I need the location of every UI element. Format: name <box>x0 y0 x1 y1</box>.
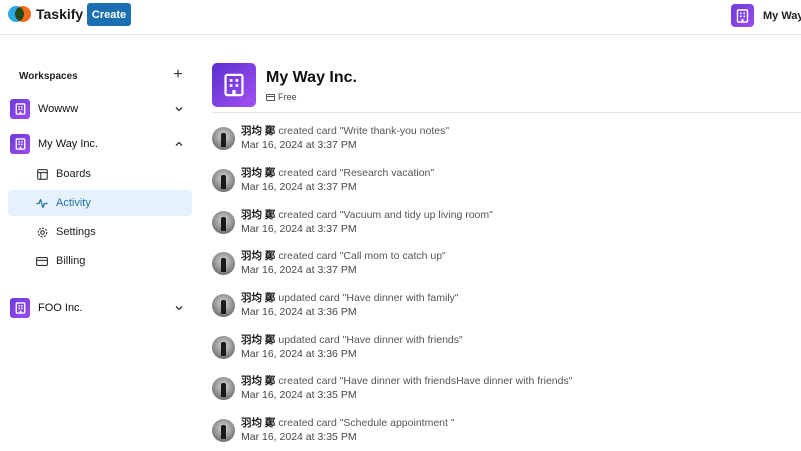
activity-text: 羽均 鄭 created card "Call mom to catch up" <box>241 248 446 263</box>
credit-card-icon <box>266 93 275 101</box>
main-content: My Way Inc. Free 羽均 鄭 created card "Write… <box>212 35 801 451</box>
org-switcher-label: My Way <box>763 9 801 22</box>
app-name: Taskify <box>36 6 84 22</box>
activity-action: created card "Research vacation" <box>278 167 435 179</box>
list-item: 羽均 鄭 created card "Vacuum and tidy up liv… <box>212 207 801 243</box>
avatar <box>212 211 235 234</box>
sidebar-item-activity[interactable]: Activity <box>8 190 192 216</box>
activity-text: 羽均 鄭 updated card "Have dinner with frien… <box>241 332 463 347</box>
workspace-name: FOO Inc. <box>38 302 83 314</box>
activity-time: Mar 16, 2024 at 3:36 PM <box>241 306 357 318</box>
list-item: 羽均 鄭 created card "Call mom to catch up" … <box>212 248 801 284</box>
activity-text: 羽均 鄭 created card "Schedule appointment " <box>241 415 455 430</box>
workspaces-heading: Workspaces <box>19 71 78 82</box>
workspace-my-way-inc[interactable]: My Way Inc. <box>10 133 190 155</box>
building-icon <box>10 134 30 154</box>
create-button[interactable]: Create <box>87 3 131 26</box>
chevron-down-icon <box>175 306 183 311</box>
activity-user: 羽均 鄭 <box>241 334 276 346</box>
activity-user: 羽均 鄭 <box>241 292 276 304</box>
activity-text: 羽均 鄭 created card "Write thank-you notes" <box>241 123 449 138</box>
sidebar-item-billing[interactable]: Billing <box>8 248 192 274</box>
sidebar-item-boards[interactable]: Boards <box>8 161 192 187</box>
list-item: 羽均 鄭 created card "Write thank-you notes"… <box>212 123 801 159</box>
activity-user: 羽均 鄭 <box>241 375 276 387</box>
activity-action: created card "Call mom to catch up" <box>278 250 446 262</box>
page-title: My Way Inc. <box>266 69 357 86</box>
activity-time: Mar 16, 2024 at 3:37 PM <box>241 264 357 276</box>
building-icon <box>731 4 754 27</box>
activity-action: created card "Have dinner with friendsHa… <box>278 375 573 387</box>
board-icon <box>36 168 48 180</box>
activity-time: Mar 16, 2024 at 3:37 PM <box>241 139 357 151</box>
activity-text: 羽均 鄭 created card "Have dinner with frien… <box>241 373 572 388</box>
app-logo[interactable]: Taskify <box>8 6 83 22</box>
avatar <box>212 336 235 359</box>
activity-user: 羽均 鄭 <box>241 250 276 262</box>
plan-badge: Free <box>266 92 297 102</box>
activity-text: 羽均 鄭 created card "Vacuum and tidy up liv… <box>241 207 493 222</box>
activity-text: 羽均 鄭 updated card "Have dinner with famil… <box>241 290 459 305</box>
list-item: 羽均 鄭 updated card "Have dinner with frien… <box>212 332 801 368</box>
activity-action: updated card "Have dinner with family" <box>278 292 459 304</box>
workspace-wowww[interactable]: Wowww <box>10 98 190 120</box>
org-switcher[interactable]: My Way <box>731 4 801 27</box>
activity-user: 羽均 鄭 <box>241 125 276 137</box>
sidebar-item-label: Boards <box>56 168 91 180</box>
sidebar: Workspaces + Wowww My Way Inc. Boards Ac… <box>0 35 200 451</box>
building-icon <box>212 63 256 107</box>
plan-label: Free <box>278 92 297 102</box>
avatar <box>212 252 235 275</box>
list-item: 羽均 鄭 created card "Research vacation" Mar… <box>212 165 801 201</box>
building-icon <box>10 99 30 119</box>
workspace-foo-inc[interactable]: FOO Inc. <box>10 297 190 319</box>
activity-icon <box>36 197 48 209</box>
activity-time: Mar 16, 2024 at 3:36 PM <box>241 348 357 360</box>
activity-time: Mar 16, 2024 at 3:37 PM <box>241 181 357 193</box>
sidebar-item-label: Settings <box>56 226 96 238</box>
activity-text: 羽均 鄭 created card "Research vacation" <box>241 165 434 180</box>
activity-action: created card "Vacuum and tidy up living … <box>278 209 493 221</box>
list-item: 羽均 鄭 created card "Have dinner with frien… <box>212 373 801 409</box>
avatar <box>212 294 235 317</box>
plus-icon[interactable]: + <box>170 67 186 83</box>
activity-time: Mar 16, 2024 at 3:37 PM <box>241 223 357 235</box>
avatar <box>212 377 235 400</box>
building-icon <box>10 298 30 318</box>
workspace-name: My Way Inc. <box>38 138 99 150</box>
chevron-down-icon <box>175 107 183 112</box>
activity-user: 羽均 鄭 <box>241 167 276 179</box>
credit-card-icon <box>36 255 48 267</box>
activity-action: created card "Write thank-you notes" <box>278 125 450 137</box>
avatar <box>212 169 235 192</box>
logo-icon <box>8 6 31 22</box>
sidebar-item-label: Activity <box>56 197 91 209</box>
avatar <box>212 127 235 150</box>
list-item: 羽均 鄭 created card "Schedule appointment "… <box>212 415 801 451</box>
activity-action: updated card "Have dinner with friends" <box>278 334 463 346</box>
activity-user: 羽均 鄭 <box>241 209 276 221</box>
gear-icon <box>36 226 48 238</box>
activity-time: Mar 16, 2024 at 3:35 PM <box>241 389 357 401</box>
sidebar-item-settings[interactable]: Settings <box>8 219 192 245</box>
divider <box>212 112 801 113</box>
chevron-up-icon <box>175 141 183 146</box>
workspace-name: Wowww <box>38 103 79 115</box>
activity-action: created card "Schedule appointment " <box>278 417 455 429</box>
list-item: 羽均 鄭 updated card "Have dinner with famil… <box>212 290 801 326</box>
sidebar-item-label: Billing <box>56 255 86 267</box>
top-bar: Taskify Create My Way <box>0 0 801 35</box>
activity-user: 羽均 鄭 <box>241 417 276 429</box>
avatar <box>212 419 235 442</box>
activity-time: Mar 16, 2024 at 3:35 PM <box>241 431 357 443</box>
